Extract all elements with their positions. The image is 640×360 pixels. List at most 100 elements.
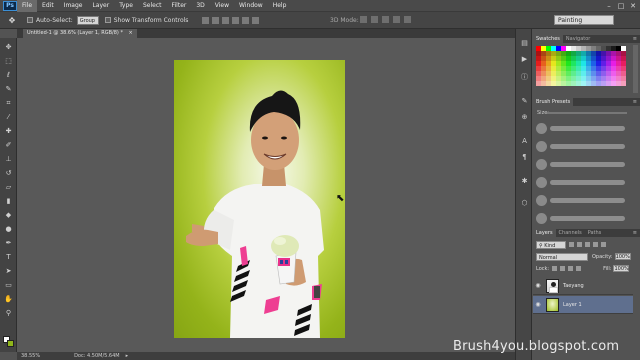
document-tab[interactable]: Untitled-1 @ 38.6% (Layer 1, RGB/8) * × xyxy=(23,29,137,38)
move-tool-icon[interactable]: ✥ xyxy=(3,43,14,52)
3d-slide-icon[interactable] xyxy=(393,16,400,23)
swatch-grid[interactable] xyxy=(536,46,628,86)
tab-channels[interactable]: Channels xyxy=(556,229,585,237)
close-icon[interactable]: ✕ xyxy=(628,1,638,10)
dodge-tool-icon[interactable]: ● xyxy=(3,225,14,234)
menu-view[interactable]: View xyxy=(210,0,234,12)
workspace-dropdown[interactable]: Painting xyxy=(554,15,614,25)
clone-source-panel-icon[interactable]: ⊕ xyxy=(520,113,529,122)
3d-roll-icon[interactable] xyxy=(371,16,378,23)
clone-stamp-tool-icon[interactable]: ⊥ xyxy=(3,155,14,164)
auto-select-checkbox[interactable] xyxy=(27,17,33,23)
shape-tool-icon[interactable]: ▭ xyxy=(3,281,14,290)
gradient-tool-icon[interactable]: ▮ xyxy=(3,197,14,206)
align-hcenter-icon[interactable] xyxy=(242,16,250,24)
color-swatch[interactable] xyxy=(621,81,626,86)
layer-row[interactable]: ◉ Taeyang xyxy=(533,277,633,295)
swatches-scrollbar[interactable] xyxy=(633,45,638,93)
layer-kind-filter[interactable]: ⚲ Kind xyxy=(536,240,566,249)
brush-panel-menu-icon[interactable]: ≡ xyxy=(633,98,637,106)
lock-transparent-icon[interactable] xyxy=(552,266,558,271)
brush-preset[interactable] xyxy=(536,210,626,226)
menu-file[interactable]: File xyxy=(17,0,38,12)
3d-rotate-icon[interactable] xyxy=(360,16,367,23)
zoom-level[interactable]: 38.55% xyxy=(17,353,44,359)
minimize-icon[interactable]: – xyxy=(604,1,614,10)
align-right-icon[interactable] xyxy=(252,16,260,24)
brush-preset[interactable] xyxy=(536,174,626,190)
zoom-tool-icon[interactable]: ⚲ xyxy=(3,309,14,318)
document-canvas[interactable] xyxy=(174,60,345,338)
brush-preset[interactable] xyxy=(536,192,626,208)
visibility-eye-icon[interactable]: ◉ xyxy=(533,282,543,289)
menu-3d[interactable]: 3D xyxy=(191,0,209,12)
paragraph-panel-icon[interactable]: ¶ xyxy=(520,153,529,162)
marquee-tool-icon[interactable]: ⬚ xyxy=(3,57,14,66)
brush-size-slider[interactable] xyxy=(547,112,627,114)
brush-preset[interactable] xyxy=(536,156,626,172)
hand-tool-icon[interactable]: ✋ xyxy=(3,295,14,304)
3d-scale-icon[interactable] xyxy=(404,16,411,23)
history-brush-tool-icon[interactable]: ↺ xyxy=(3,169,14,178)
smart-object-filter-icon[interactable] xyxy=(601,242,606,247)
tab-swatches[interactable]: Swatches xyxy=(533,35,563,43)
menu-help[interactable]: Help xyxy=(268,0,292,12)
align-top-icon[interactable] xyxy=(202,16,210,24)
info-panel-icon[interactable]: ⓘ xyxy=(520,73,529,82)
menu-layer[interactable]: Layer xyxy=(87,0,114,12)
blend-mode-dropdown[interactable]: Normal xyxy=(536,252,588,261)
3d-panel-icon[interactable]: ⬡ xyxy=(520,199,529,208)
actions-panel-icon[interactable]: ▶ xyxy=(520,55,529,64)
pen-tool-icon[interactable]: ✒ xyxy=(3,239,14,248)
maximize-icon[interactable]: □ xyxy=(616,1,626,10)
history-panel-icon[interactable]: ▤ xyxy=(520,39,529,48)
align-left-icon[interactable] xyxy=(232,16,240,24)
eyedropper-tool-icon[interactable]: ⁄ xyxy=(3,113,14,122)
auto-select-dropdown[interactable]: Group xyxy=(76,15,99,25)
eraser-tool-icon[interactable]: ▱ xyxy=(3,183,14,192)
3d-drag-icon[interactable] xyxy=(382,16,389,23)
fill-input[interactable]: 100% xyxy=(613,265,630,272)
tab-paths[interactable]: Paths xyxy=(585,229,605,237)
show-transform-checkbox[interactable] xyxy=(104,17,111,23)
lasso-tool-icon[interactable]: ℓ xyxy=(3,71,14,80)
menu-image[interactable]: Image xyxy=(59,0,88,12)
menu-filter[interactable]: Filter xyxy=(167,0,192,12)
opacity-input[interactable]: 100% xyxy=(614,253,631,260)
panel-menu-icon[interactable]: ≡ xyxy=(633,35,637,43)
lock-position-icon[interactable] xyxy=(568,266,574,271)
tab-navigator[interactable]: Navigator xyxy=(563,35,593,43)
menu-type[interactable]: Type xyxy=(114,0,138,12)
blur-tool-icon[interactable]: ◆ xyxy=(3,211,14,220)
path-selection-tool-icon[interactable]: ➤ xyxy=(3,267,14,276)
move-tool-preset-icon[interactable]: ✥ xyxy=(3,14,21,27)
status-menu-arrow-icon[interactable]: ▸ xyxy=(126,353,129,359)
canvas-area[interactable]: ⬉ xyxy=(17,38,515,352)
menu-edit[interactable]: Edit xyxy=(37,0,59,12)
tool-presets-panel-icon[interactable]: ✱ xyxy=(520,177,529,186)
tab-brush-presets[interactable]: Brush Presets xyxy=(533,98,574,106)
brush-tool-icon[interactable]: ✐ xyxy=(3,141,14,150)
shape-filter-icon[interactable] xyxy=(593,242,598,247)
character-panel-icon[interactable]: A xyxy=(520,137,529,146)
crop-tool-icon[interactable]: ⌗ xyxy=(3,99,14,108)
brush-preset[interactable] xyxy=(536,138,626,154)
menu-select[interactable]: Select xyxy=(138,0,167,12)
lock-pixels-icon[interactable] xyxy=(560,266,566,271)
lock-all-icon[interactable] xyxy=(576,266,582,271)
quick-select-tool-icon[interactable]: ✎ xyxy=(3,85,14,94)
background-color-swatch[interactable] xyxy=(7,340,14,347)
tab-close-icon[interactable]: × xyxy=(129,30,133,36)
pixel-filter-icon[interactable] xyxy=(569,242,574,247)
menu-window[interactable]: Window xyxy=(234,0,268,12)
align-vcenter-icon[interactable] xyxy=(212,16,220,24)
brush-panel-icon[interactable]: ✎ xyxy=(520,97,529,106)
brush-preset[interactable] xyxy=(536,120,626,136)
type-tool-icon[interactable]: T xyxy=(3,253,14,262)
healing-brush-tool-icon[interactable]: ✚ xyxy=(3,127,14,136)
visibility-eye-icon[interactable]: ◉ xyxy=(533,301,543,308)
tab-layers[interactable]: Layers xyxy=(533,229,556,237)
layers-panel-menu-icon[interactable]: ≡ xyxy=(633,229,637,237)
align-bottom-icon[interactable] xyxy=(222,16,230,24)
adjustment-filter-icon[interactable] xyxy=(577,242,582,247)
